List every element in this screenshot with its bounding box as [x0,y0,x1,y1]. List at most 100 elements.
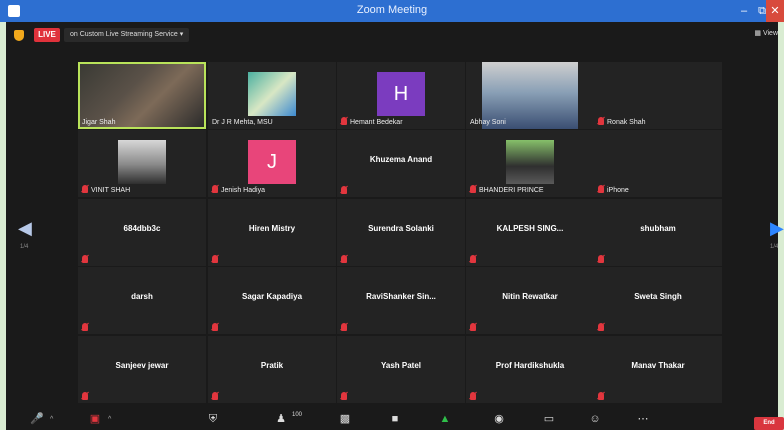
participant-name-label: Dr J R Mehta, MSU [212,119,273,126]
participant-name-label: Jigar Shah [82,119,115,126]
page-indicator-right: 1/4 [770,244,779,250]
muted-mic-icon [598,392,604,400]
participant-tile[interactable]: Manav Thakar [594,336,722,403]
participant-name: shubham [640,224,676,233]
meeting-toolbar: 🎤 ^ ▣ ^ ⛨ ♟ 100 ▩ ■ ▲ ◉ ▭ ☺ ⋯ End [6,408,784,430]
participant-tile[interactable]: RaviShanker Sin... [337,267,465,334]
participant-name: Abhay Soni [470,119,506,126]
participant-tile[interactable]: Dr J R Mehta, MSU [208,62,336,129]
participant-tile[interactable]: Hiren Mistry [208,199,336,266]
video-feed [80,64,204,127]
participant-tile[interactable]: Khuzema Anand [337,130,465,197]
participant-name: darsh [131,292,153,301]
participant-tile[interactable]: Ronak Shah [594,62,722,129]
participant-name: Sagar Kapadiya [241,292,303,301]
participant-tile[interactable]: Pratik [208,336,336,403]
participant-tile[interactable]: shubham [594,199,722,266]
muted-mic-icon [82,185,88,193]
participants-icon[interactable]: ♟ [272,412,290,426]
live-streaming-dropdown[interactable]: on Custom Live Streaming Service ▾ [64,28,190,42]
participant-tile[interactable]: Abhay Soni [466,62,594,129]
participant-tile[interactable]: Yash Patel [337,336,465,403]
participant-name: Khuzema Anand [369,155,433,164]
participant-name-label: VINIT SHAH [82,185,130,194]
live-badge[interactable]: LIVE [34,28,60,42]
participant-name: VINIT SHAH [91,187,131,194]
participant-tile[interactable]: Jigar Shah [78,62,206,129]
muted-mic-icon [212,323,218,331]
participant-tile[interactable]: Prof Hardikshukla [466,336,594,403]
participant-name: Prof Hardikshukla [495,361,565,370]
participants-count: 100 [292,412,303,418]
muted-mic-icon [212,392,218,400]
participant-name: BHANDERI PRINCE [479,187,544,194]
participant-name-label: Jenish Hadiya [212,185,265,194]
participant-name: Hemant Bedekar [350,119,403,126]
muted-mic-icon [341,323,347,331]
participant-tile[interactable]: Sanjeev jewar [78,336,206,403]
security-icon[interactable]: ⛨ [204,412,222,426]
participant-name-label: iPhone [598,185,629,194]
participant-name: 684dbb3c [123,224,161,233]
muted-mic-icon [341,255,347,263]
participant-name: Ronak Shah [607,119,646,126]
end-meeting-button[interactable]: End [754,417,784,430]
participant-tile[interactable]: Nitin Rewatkar [466,267,594,334]
muted-mic-icon [470,185,476,193]
participant-name: Nitin Rewatkar [502,292,558,301]
more-icon[interactable]: ⋯ [634,412,652,426]
participant-name: Dr J R Mehta, MSU [212,119,273,126]
participant-tile[interactable]: BHANDERI PRINCE [466,130,594,197]
muted-mic-icon [341,392,347,400]
microphone-icon[interactable]: 🎤 ^ [28,412,53,426]
share-screen-icon[interactable]: ▲ [436,412,454,426]
participant-name-label: Hemant Bedekar [341,117,403,126]
participant-name: Sweta Singh [634,292,682,301]
participant-tile[interactable]: Surendra Solanki [337,199,465,266]
close-button[interactable]: ✕ [766,0,784,22]
participant-name: iPhone [607,187,629,194]
participant-name: Surendra Solanki [368,224,434,233]
polls-icon[interactable]: ▩ [336,412,354,426]
muted-mic-icon [212,185,218,193]
participant-name-label: Abhay Soni [470,119,506,126]
gallery-grid: Jigar Shah Dr J R Mehta, MSU H Hemant Bedek… [78,62,722,403]
initial-avatar: J [248,140,296,184]
initial-avatar: H [377,72,425,116]
closed-caption-icon[interactable]: ▭ [540,412,558,426]
minimize-button[interactable]: – [734,0,754,22]
muted-mic-icon [82,392,88,400]
participant-tile[interactable]: 684dbb3c [78,199,206,266]
participant-name: Jenish Hadiya [221,187,265,194]
next-page-arrow-icon[interactable]: ▶ [770,218,784,239]
window-title: Zoom Meeting [356,4,428,16]
participant-tile[interactable]: J Jenish Hadiya [208,130,336,197]
muted-mic-icon [82,255,88,263]
participant-tile[interactable]: iPhone [594,130,722,197]
participant-name: Pratik [260,361,284,370]
participant-name: Hiren Mistry [248,224,296,233]
view-button[interactable]: ▦ View [754,29,778,37]
muted-mic-icon [598,117,604,125]
reactions-icon[interactable]: ☺ [586,412,604,426]
profile-photo [118,140,166,184]
title-bar: Zoom Meeting – ⧉ ✕ [0,0,784,22]
participant-name: Jigar Shah [82,119,116,126]
participant-tile[interactable]: VINIT SHAH [78,130,206,197]
participant-name: RaviShanker Sin... [366,292,436,301]
muted-mic-icon [470,255,476,263]
muted-mic-icon [470,323,476,331]
participant-tile[interactable]: H Hemant Bedekar [337,62,465,129]
view-label: View [762,30,778,37]
chat-icon[interactable]: ■ [386,412,404,426]
prev-page-arrow-icon[interactable]: ◀ [18,218,32,239]
participant-tile[interactable]: Sweta Singh [594,267,722,334]
security-shield-icon[interactable] [14,30,24,41]
muted-mic-icon [341,186,347,194]
record-icon[interactable]: ◉ [490,412,508,426]
participant-name: KALPESH SING... [496,224,564,233]
participant-tile[interactable]: KALPESH SING... [466,199,594,266]
participant-tile[interactable]: Sagar Kapadiya [208,267,336,334]
participant-tile[interactable]: darsh [78,267,206,334]
video-off-icon[interactable]: ▣ ^ [86,412,112,426]
